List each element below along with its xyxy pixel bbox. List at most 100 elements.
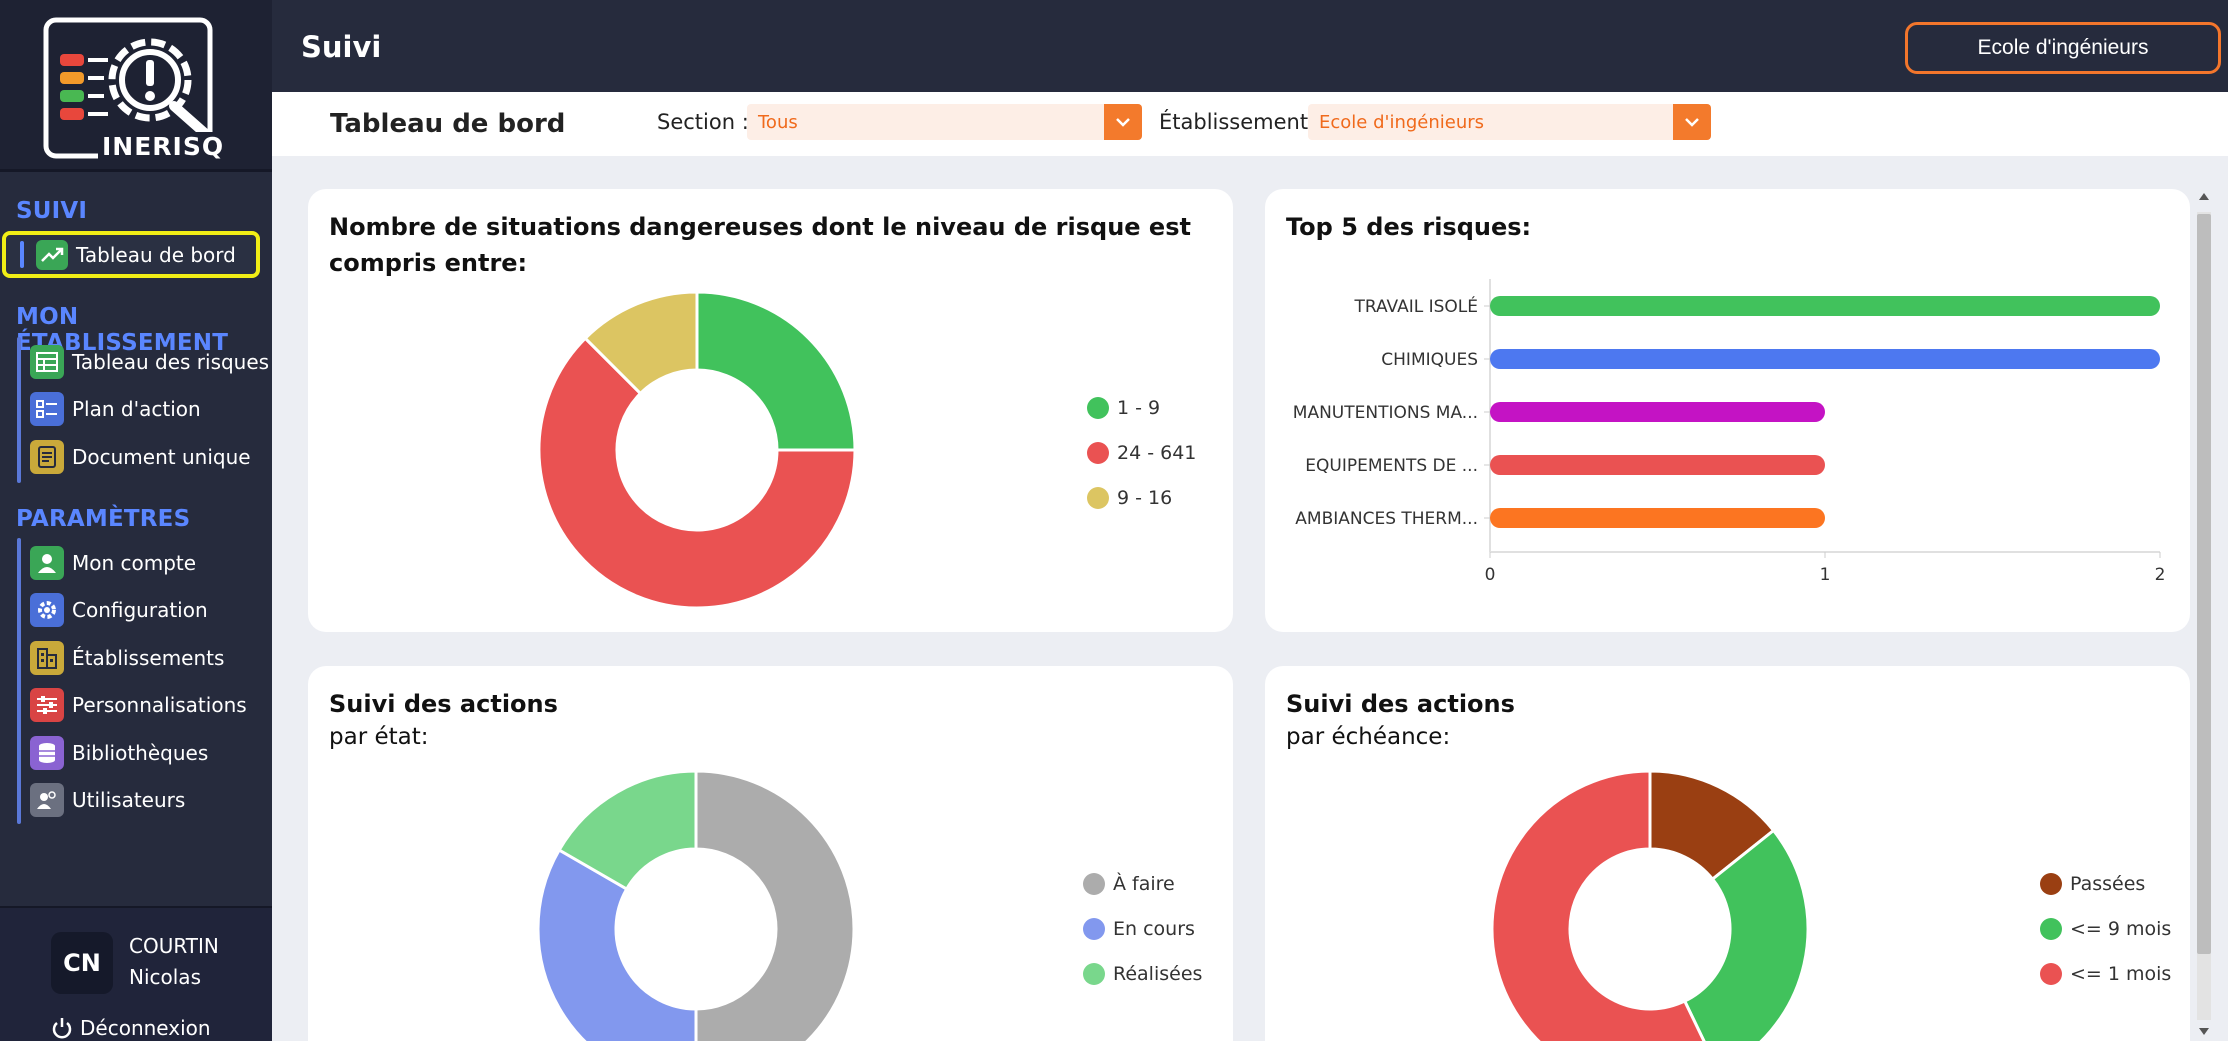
y-tick-label: MANUTENTIONS MA...: [1293, 403, 1478, 423]
donut-slice[interactable]: [694, 769, 856, 1041]
bar[interactable]: [1490, 508, 1825, 528]
legend-item[interactable]: Passées: [2040, 861, 2171, 906]
card-title: Top 5 des risques:: [1286, 213, 1532, 241]
legend-item[interactable]: À faire: [1083, 861, 1202, 906]
legend-label: <= 1 mois: [2070, 962, 2172, 985]
risk-level-card: Nombre de situations dangereuses dont le…: [308, 189, 1233, 632]
sidebar-item-label: Plan d'action: [72, 397, 201, 421]
legend-item[interactable]: <= 1 mois: [2040, 951, 2171, 996]
card-subtitle: par état:: [329, 724, 429, 750]
sidebar-item-establishments[interactable]: Établissements: [30, 637, 224, 679]
table-icon: [30, 345, 64, 379]
sidebar-item-label: Bibliothèques: [72, 741, 209, 765]
active-indicator: [20, 241, 24, 268]
checklist-icon: [30, 392, 64, 426]
legend-item[interactable]: <= 9 mois: [2040, 906, 2171, 951]
sidebar-item-users[interactable]: Utilisateurs: [30, 779, 185, 821]
card-subtitle: par échéance:: [1286, 724, 1451, 750]
scroll-up-arrow-icon[interactable]: [2198, 192, 2210, 202]
logout-label: Déconnexion: [80, 1016, 211, 1040]
legend-label: Réalisées: [1113, 962, 1203, 985]
building-icon: [30, 641, 64, 675]
establishment-button[interactable]: Ecole d'ingénieurs: [1905, 22, 2221, 74]
legend-label: Passées: [2070, 872, 2146, 895]
card-title: Suivi des actions: [1286, 690, 1515, 718]
bar[interactable]: [1490, 349, 2160, 369]
legend-dot: [1087, 396, 1109, 419]
y-tick-label: CHIMIQUES: [1381, 350, 1478, 370]
sidebar-item-risk-table[interactable]: Tableau des risques: [30, 341, 269, 383]
sidebar-item-label: Mon compte: [72, 551, 197, 575]
sidebar-item-label: Tableau des risques: [72, 350, 270, 374]
legend-item[interactable]: 24 - 641: [1087, 430, 1196, 475]
legend-label: 1 - 9: [1117, 396, 1161, 419]
top-risks-card: Top 5 des risques: TRAVAIL ISOLÉ CHIMIQUE…: [1265, 189, 2190, 632]
sidebar-item-configuration[interactable]: Configuration: [30, 589, 208, 631]
actions-deadline-card: Suivi des actions par échéance: Passées …: [1265, 666, 2190, 1041]
sidebar-item-my-account[interactable]: Mon compte: [30, 542, 196, 584]
section-title-suivi: SUIVI: [16, 198, 88, 224]
y-tick-label: AMBIANCES THERM...: [1295, 509, 1478, 529]
user-last-name: COURTIN: [129, 934, 219, 958]
section-select[interactable]: Tous: [747, 104, 1142, 140]
nav-group-line: [17, 538, 21, 824]
sidebar-item-action-plan[interactable]: Plan d'action: [30, 388, 201, 430]
actions-state-donut-chart: [536, 769, 856, 1041]
database-icon: [30, 736, 64, 770]
x-tick-label: 0: [1485, 565, 1496, 585]
bar[interactable]: [1490, 402, 1825, 422]
legend-dot: [2040, 962, 2062, 985]
document-icon: [30, 440, 64, 474]
users-icon: [30, 783, 64, 817]
legend-dot: [2040, 872, 2062, 895]
donut-slice[interactable]: [695, 290, 857, 452]
legend-label: En cours: [1113, 917, 1195, 940]
gear-icon: [30, 593, 64, 627]
establishment-filter-label: Établissement :: [1159, 110, 1322, 134]
establishment-select[interactable]: Ecole d'ingénieurs: [1308, 104, 1711, 140]
top-bar: Suivi Ecole d'ingénieurs: [272, 0, 2228, 92]
legend-item[interactable]: 9 - 16: [1087, 475, 1196, 520]
bar[interactable]: [1490, 296, 2160, 316]
legend-label: 24 - 641: [1117, 441, 1197, 464]
bar[interactable]: [1490, 455, 1825, 475]
dashboard-heading: Tableau de bord: [330, 109, 566, 139]
chevron-down-icon[interactable]: [1673, 104, 1711, 140]
sidebar-item-label: Utilisateurs: [72, 788, 186, 812]
legend-item[interactable]: 1 - 9: [1087, 385, 1196, 430]
avatar[interactable]: CN: [51, 932, 113, 994]
card-title: Nombre de situations dangereuses dont le…: [329, 213, 1191, 277]
logout-button[interactable]: Déconnexion: [52, 1016, 211, 1040]
section-filter-label: Section :: [657, 110, 749, 134]
top-risks-bar-chart: TRAVAIL ISOLÉ CHIMIQUES MANUTENTIONS MA...…: [1293, 279, 2165, 585]
scroll-thumb[interactable]: [2197, 214, 2211, 954]
sidebar-item-label: Configuration: [72, 598, 208, 622]
user-icon: [30, 546, 64, 580]
legend-dot: [1083, 872, 1105, 895]
legend-item[interactable]: Réalisées: [1083, 951, 1202, 996]
chart-legend: 1 - 9 24 - 641 9 - 16: [1087, 385, 1196, 520]
app-logo[interactable]: INERISQ: [0, 0, 272, 172]
actions-state-card: Suivi des actions par état: À faire En c…: [308, 666, 1233, 1041]
risk-level-donut-chart: [537, 290, 857, 610]
sidebar-item-single-document[interactable]: Document unique: [30, 436, 251, 478]
chart-legend: Passées <= 9 mois <= 1 mois: [2040, 861, 2171, 996]
sidebar-item-customizations[interactable]: Personnalisations: [30, 684, 247, 726]
y-tick-label: TRAVAIL ISOLÉ: [1353, 295, 1478, 317]
x-tick-label: 1: [1820, 565, 1831, 585]
user-first-name: Nicolas: [129, 965, 201, 989]
legend-dot: [1087, 441, 1109, 464]
scroll-down-arrow-icon[interactable]: [2198, 1026, 2210, 1036]
nav-group-line: [17, 337, 21, 483]
legend-item[interactable]: En cours: [1083, 906, 1202, 951]
sidebar-item-dashboard[interactable]: Tableau de bord: [2, 231, 260, 278]
page-scrollbar[interactable]: [2192, 188, 2216, 1041]
power-icon: [52, 1018, 72, 1039]
sidebar-item-label: Document unique: [72, 445, 251, 469]
legend-dot: [1083, 917, 1105, 940]
section-select-value: Tous: [758, 112, 798, 133]
sidebar-item-label: Personnalisations: [72, 693, 247, 717]
sidebar-item-libraries[interactable]: Bibliothèques: [30, 732, 208, 774]
chevron-down-icon[interactable]: [1104, 104, 1142, 140]
actions-deadline-donut-chart: [1490, 769, 1810, 1041]
